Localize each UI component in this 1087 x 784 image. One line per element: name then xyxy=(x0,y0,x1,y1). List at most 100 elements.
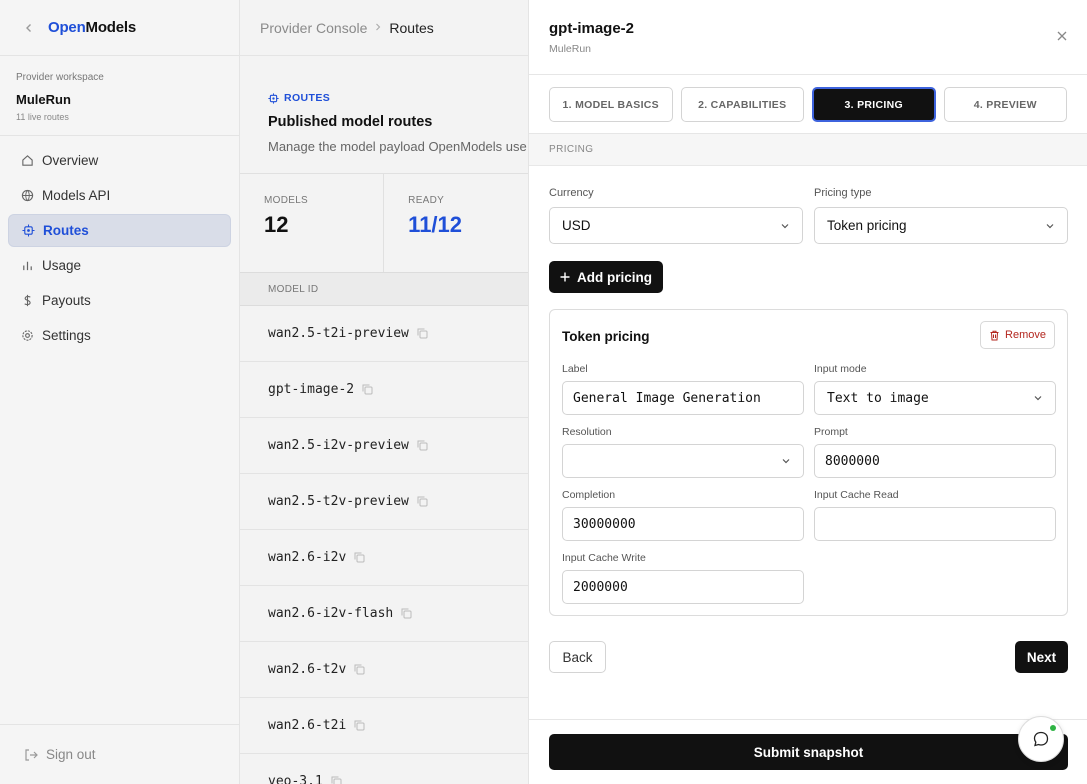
model-id: wan2.5-t2v-preview xyxy=(268,494,409,509)
submit-snapshot-button[interactable]: Submit snapshot xyxy=(549,734,1068,770)
back-button[interactable]: Back xyxy=(549,641,606,673)
currency-label: Currency xyxy=(549,187,594,199)
sidebar-item-settings[interactable]: Settings xyxy=(8,319,231,352)
sidebar-item-label: Usage xyxy=(42,258,82,273)
close-icon[interactable] xyxy=(1057,28,1067,46)
remove-label: Remove xyxy=(1005,329,1046,341)
breadcrumb-provider-console[interactable]: Provider Console xyxy=(260,20,367,36)
logo[interactable]: OpenModels xyxy=(48,19,136,36)
input-mode-label: Input mode xyxy=(814,363,867,375)
kicker-label: ROUTES xyxy=(284,92,331,104)
resolution-select[interactable] xyxy=(562,444,804,478)
label-input[interactable]: General Image Generation xyxy=(562,381,804,415)
page-header: ROUTES Published model routes Manage the… xyxy=(240,56,528,174)
model-id: wan2.6-i2v xyxy=(268,550,347,565)
card-title: Token pricing xyxy=(562,329,650,344)
step-model-basics[interactable]: 1. MODEL BASICS xyxy=(549,87,673,122)
workspace-info: Provider workspace MuleRun 11 live route… xyxy=(0,56,239,136)
token-pricing-card: Token pricing Remove Label General Image… xyxy=(549,309,1068,616)
copy-icon[interactable] xyxy=(331,776,342,784)
completion-price-input[interactable]: 30000000 xyxy=(562,507,804,541)
stat-ready: READY 11/12 xyxy=(384,174,528,272)
sidebar-item-routes[interactable]: Routes xyxy=(8,214,231,247)
section-label: PRICING xyxy=(529,134,1087,166)
table-row[interactable]: wan2.6-i2v-flash xyxy=(240,586,528,642)
pricing-type-label: Pricing type xyxy=(814,187,872,199)
trash-icon xyxy=(989,330,1000,341)
pricing-type-select[interactable]: Token pricing xyxy=(814,207,1068,244)
sign-out-label: Sign out xyxy=(46,747,96,762)
breadcrumb-routes: Routes xyxy=(389,19,434,36)
model-id: veo-3.1 xyxy=(268,774,323,784)
model-id: gpt-image-2 xyxy=(268,382,355,397)
prompt-price-input[interactable]: 8000000 xyxy=(814,444,1056,478)
globe-icon xyxy=(20,189,34,203)
copy-icon[interactable] xyxy=(417,440,428,451)
copy-icon[interactable] xyxy=(417,496,428,507)
next-button[interactable]: Next xyxy=(1015,641,1068,673)
page-subtitle: Manage the model payload OpenModels use xyxy=(268,139,527,154)
remove-pricing-button[interactable]: Remove xyxy=(980,321,1055,349)
model-id: wan2.6-t2v xyxy=(268,662,347,677)
table-row[interactable]: wan2.6-t2i xyxy=(240,698,528,754)
chevron-down-icon xyxy=(781,456,791,466)
input-mode-value: Text to image xyxy=(827,390,929,406)
page-kicker: ROUTES xyxy=(268,92,528,104)
table-row[interactable]: wan2.5-t2v-preview xyxy=(240,474,528,530)
input-cache-read-input[interactable] xyxy=(814,507,1056,541)
input-cache-write-label: Input Cache Write xyxy=(562,552,646,564)
sidebar-item-label: Settings xyxy=(42,328,91,343)
routes-icon xyxy=(268,92,279,104)
copy-icon[interactable] xyxy=(354,664,365,675)
chevron-down-icon xyxy=(780,221,790,231)
step-preview[interactable]: 4. PREVIEW xyxy=(943,87,1067,122)
breadcrumb-separator-icon xyxy=(374,22,382,34)
table-row[interactable]: wan2.5-t2i-preview xyxy=(240,306,528,362)
copy-icon[interactable] xyxy=(354,720,365,731)
table-row[interactable]: wan2.6-t2v xyxy=(240,642,528,698)
main-content: Provider Console Routes ROUTES Published… xyxy=(240,0,528,784)
pricing-type-value: Token pricing xyxy=(827,218,907,233)
completion-label: Completion xyxy=(562,489,616,501)
label-field-label: Label xyxy=(562,363,588,375)
step-pricing[interactable]: 3. PRICING xyxy=(812,87,936,122)
chat-bubble-icon xyxy=(1032,730,1050,748)
sidebar-item-label: Models API xyxy=(42,188,111,203)
model-id: wan2.5-t2i-preview xyxy=(268,326,409,341)
stat-models: MODELS 12 xyxy=(240,174,385,272)
add-pricing-button[interactable]: Add pricing xyxy=(549,261,663,293)
table-row[interactable]: gpt-image-2 xyxy=(240,362,528,418)
chat-button[interactable] xyxy=(1018,716,1064,762)
sidebar-item-models-api[interactable]: Models API xyxy=(8,179,231,212)
input-mode-select[interactable]: Text to image xyxy=(814,381,1056,415)
table-row[interactable]: wan2.6-i2v xyxy=(240,530,528,586)
copy-icon[interactable] xyxy=(401,608,412,619)
gear-icon xyxy=(20,329,34,343)
drawer-subtitle: MuleRun xyxy=(549,43,592,55)
dollar-icon xyxy=(20,294,34,308)
model-id: wan2.6-i2v-flash xyxy=(268,606,394,621)
sidebar-item-usage[interactable]: Usage xyxy=(8,249,231,282)
sidebar: OpenModels Provider workspace MuleRun 11… xyxy=(0,0,240,784)
home-icon xyxy=(20,154,34,168)
currency-select[interactable]: USD xyxy=(549,207,803,244)
sidebar-nav: Overview Models API Routes Usage Payouts… xyxy=(0,136,239,362)
table-row[interactable]: wan2.5-i2v-preview xyxy=(240,418,528,474)
sidebar-item-overview[interactable]: Overview xyxy=(8,144,231,177)
copy-icon[interactable] xyxy=(417,328,428,339)
input-cache-write-input[interactable]: 2000000 xyxy=(562,570,804,604)
copy-icon[interactable] xyxy=(354,552,365,563)
add-pricing-label: Add pricing xyxy=(577,269,652,285)
drawer-footer: Submit snapshot xyxy=(529,719,1087,784)
copy-icon[interactable] xyxy=(362,384,373,395)
table-row[interactable]: veo-3.1 xyxy=(240,754,528,784)
step-capabilities[interactable]: 2. CAPABILITIES xyxy=(680,87,804,122)
back-chevron-icon[interactable] xyxy=(24,20,48,36)
stat-label: MODELS xyxy=(264,195,309,206)
sidebar-header: OpenModels xyxy=(0,0,239,56)
sign-out-button[interactable]: Sign out xyxy=(0,724,239,784)
stats-row: MODELS 12 READY 11/12 xyxy=(240,174,528,273)
routes-icon xyxy=(21,224,35,238)
sidebar-item-payouts[interactable]: Payouts xyxy=(8,284,231,317)
chevron-down-icon xyxy=(1045,221,1055,231)
